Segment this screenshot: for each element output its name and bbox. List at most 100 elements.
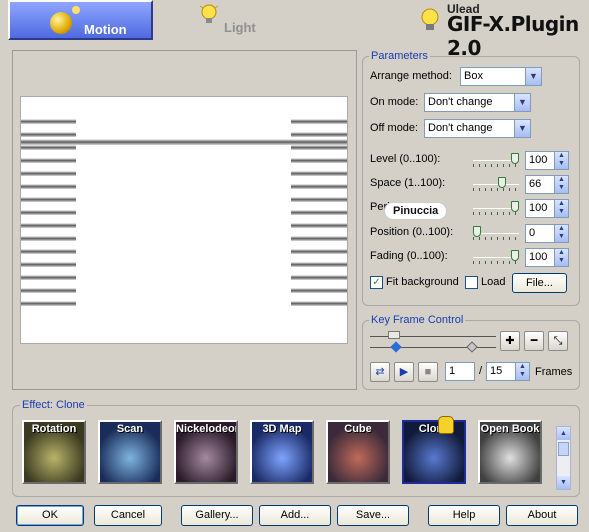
add-button[interactable]: Add...: [259, 505, 331, 526]
minus-icon: ━: [530, 335, 538, 347]
file-button[interactable]: File...: [512, 273, 567, 293]
slider-thumb[interactable]: [511, 250, 519, 261]
tab-motion[interactable]: Motion: [8, 0, 153, 40]
spin-down-icon[interactable]: ▼: [516, 371, 529, 379]
effect-thumbnail[interactable]: Scan: [98, 420, 162, 484]
effect-thumbnail[interactable]: 3D Map: [250, 420, 314, 484]
arrange-method-select[interactable]: Box ▼: [460, 67, 542, 86]
keyframe-timeline[interactable]: [370, 331, 496, 353]
spin-up-icon[interactable]: ▲: [555, 152, 568, 160]
tab-light[interactable]: Light: [190, 0, 310, 40]
parameter-slider[interactable]: [473, 226, 519, 240]
scroll-down-icon[interactable]: ▼: [557, 476, 570, 489]
tab-motion-label: Motion: [84, 22, 127, 37]
save-button[interactable]: Save...: [337, 505, 409, 526]
slider-value: 66: [529, 178, 542, 190]
chevron-down-icon[interactable]: ▼: [525, 68, 541, 85]
effects-legend: Effect: Clone: [20, 399, 87, 411]
preview-slat: [21, 301, 76, 306]
effects-scrollbar[interactable]: ▲ ▼: [556, 426, 571, 490]
spin-buttons[interactable]: ▲ ▼: [515, 363, 529, 380]
effect-thumbnail[interactable]: Nickelodeon: [174, 420, 238, 484]
spin-up-icon[interactable]: ▲: [516, 363, 529, 371]
keyframe-legend: Key Frame Control: [369, 314, 466, 326]
parameter-slider[interactable]: [473, 201, 519, 215]
about-button[interactable]: About: [506, 505, 578, 526]
chevron-down-icon[interactable]: ▼: [514, 120, 530, 137]
slider-value-input[interactable]: 0 ▲ ▼: [525, 224, 569, 243]
gallery-button[interactable]: Gallery...: [181, 505, 253, 526]
slider-value-input[interactable]: 100 ▲ ▼: [525, 248, 569, 267]
preview-slat: [291, 301, 347, 306]
keyframe-playhead[interactable]: [388, 331, 400, 339]
effect-thumbnail[interactable]: Cube: [326, 420, 390, 484]
parameter-slider[interactable]: [473, 153, 519, 167]
slider-thumb[interactable]: [473, 226, 481, 237]
slider-value-input[interactable]: 100 ▲ ▼: [525, 151, 569, 170]
effect-thumbnail[interactable]: Clone: [402, 420, 466, 484]
slider-value: 100: [529, 202, 548, 214]
on-mode-label: On mode:: [370, 96, 419, 108]
reverse-keyframe-button[interactable]: ⤡: [548, 331, 568, 351]
slider-value: 100: [529, 154, 548, 166]
slider-label: Position (0..100):: [370, 226, 454, 238]
slider-value: 100: [529, 251, 548, 263]
effects-gallery: Rotation Scan Nickelodeon 3D Map Cube Clone Op…: [22, 420, 556, 488]
preview-slat: [21, 197, 76, 202]
spin-buttons[interactable]: ▲ ▼: [554, 152, 568, 169]
preview-slat: [291, 223, 347, 228]
slider-thumb[interactable]: [511, 201, 519, 212]
loop-button[interactable]: ⇄: [370, 362, 390, 382]
spin-buttons[interactable]: ▲ ▼: [554, 176, 568, 193]
total-frames-input[interactable]: 15 ▲ ▼: [486, 362, 530, 381]
off-mode-select[interactable]: Don't change ▼: [424, 119, 531, 138]
remove-keyframe-button[interactable]: ━: [524, 331, 544, 351]
off-mode-label: Off mode:: [370, 122, 419, 134]
preview-slat: [291, 288, 347, 293]
spin-up-icon[interactable]: ▲: [555, 249, 568, 257]
slider-value-input[interactable]: 100 ▲ ▼: [525, 199, 569, 218]
on-mode-select[interactable]: Don't change ▼: [424, 93, 531, 112]
spin-buttons[interactable]: ▲ ▼: [554, 249, 568, 266]
play-button[interactable]: ▶: [394, 362, 414, 382]
help-button[interactable]: Help: [428, 505, 500, 526]
effect-label: Scan: [116, 423, 144, 435]
effect-thumbnail[interactable]: Rotation: [22, 420, 86, 484]
scroll-up-icon[interactable]: ▲: [557, 427, 570, 440]
slider-value-input[interactable]: 66 ▲ ▼: [525, 175, 569, 194]
current-frame-value: 1: [449, 365, 456, 377]
preview-moving-bar: [21, 139, 347, 145]
ok-button[interactable]: OK: [16, 505, 84, 526]
preview-slat: [291, 184, 347, 189]
effect-thumbnail[interactable]: Open Book: [478, 420, 542, 484]
arrange-method-label: Arrange method:: [370, 70, 452, 82]
spin-down-icon[interactable]: ▼: [555, 233, 568, 241]
keyframe-marker-start[interactable]: [390, 341, 402, 353]
current-frame-input[interactable]: 1: [445, 362, 475, 381]
spin-down-icon[interactable]: ▼: [555, 160, 568, 168]
load-checkbox[interactable]: [465, 276, 478, 289]
slider-thumb[interactable]: [498, 177, 506, 188]
spin-down-icon[interactable]: ▼: [555, 184, 568, 192]
spin-buttons[interactable]: ▲ ▼: [554, 225, 568, 242]
spin-down-icon[interactable]: ▼: [555, 257, 568, 265]
add-keyframe-button[interactable]: ✚: [500, 331, 520, 351]
keyframe-marker-end[interactable]: [466, 341, 478, 353]
fit-background-checkbox[interactable]: ✓: [370, 276, 383, 289]
spin-up-icon[interactable]: ▲: [555, 176, 568, 184]
spin-up-icon[interactable]: ▲: [555, 225, 568, 233]
hand-cursor-icon: [438, 416, 454, 434]
preview-slat: [291, 145, 347, 150]
cancel-button[interactable]: Cancel: [94, 505, 162, 526]
spin-up-icon[interactable]: ▲: [555, 200, 568, 208]
parameter-slider[interactable]: [473, 177, 519, 191]
stop-button[interactable]: ■: [418, 362, 438, 382]
parameter-slider[interactable]: [473, 250, 519, 264]
motion-satellite-icon: [72, 6, 80, 14]
spin-buttons[interactable]: ▲ ▼: [554, 200, 568, 217]
stop-icon: ■: [424, 366, 432, 378]
chevron-down-icon[interactable]: ▼: [514, 94, 530, 111]
scroll-thumb[interactable]: [558, 442, 569, 456]
spin-down-icon[interactable]: ▼: [555, 208, 568, 216]
slider-thumb[interactable]: [511, 153, 519, 164]
